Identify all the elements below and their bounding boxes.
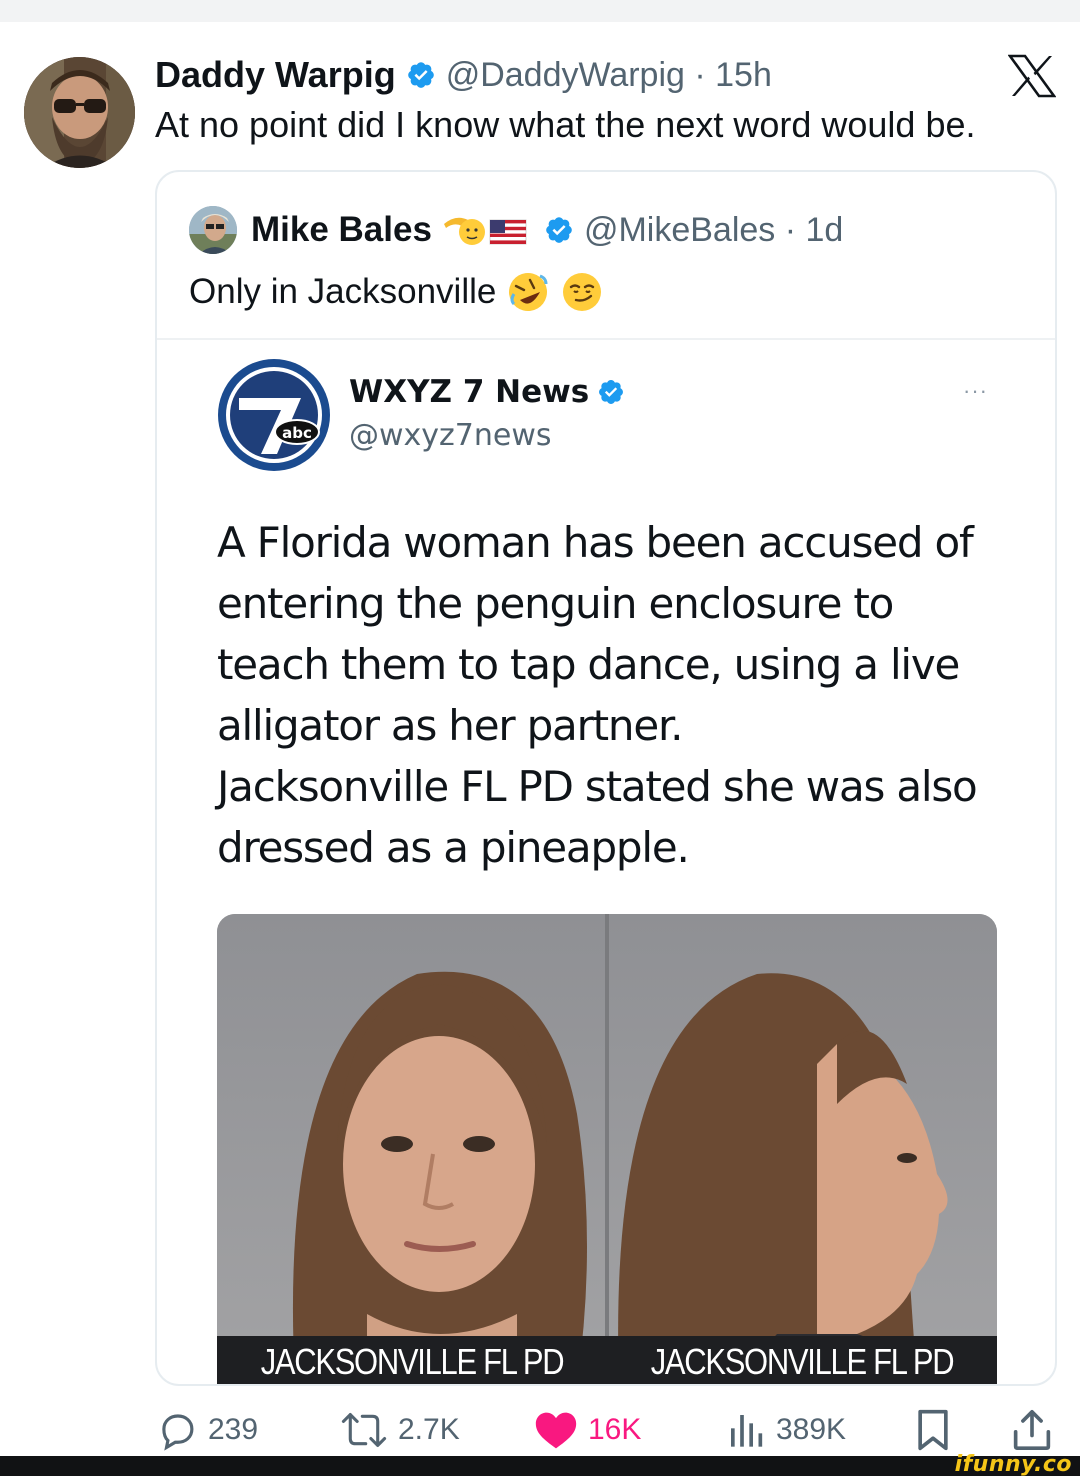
share-icon (1013, 1410, 1051, 1450)
watermark-bar: ifunny.co (0, 1452, 1080, 1476)
quoted-tweet-header: Mike Bales @MikeBales · 1d (189, 206, 843, 254)
views-chart-icon (731, 1415, 763, 1447)
photo-caption-right: JACKSONVILLE FL PD (650, 1341, 955, 1382)
author-name[interactable]: Daddy Warpig (155, 54, 396, 96)
author-handle-time[interactable]: @DaddyWarpig · 15h (446, 56, 772, 95)
news-body-line: dressed as a pineapple. (217, 823, 690, 872)
bookmark-icon (918, 1409, 948, 1451)
news-account-handle[interactable]: @wxyz7news (349, 418, 552, 453)
quoted-author-avatar[interactable] (189, 206, 237, 254)
mugshot-photo[interactable]: JACKSONVILLE FL PD JACKSONVILLE FL PD (217, 914, 997, 1384)
news-account-name-row: WXYZ 7 News (349, 374, 625, 410)
news-post-body: A Florida woman has been accused of ente… (217, 512, 1017, 878)
verified-badge-icon (599, 380, 624, 404)
main-tweet-header: Daddy Warpig @DaddyWarpig · 15h (155, 52, 772, 98)
more-options-icon[interactable]: ··· (963, 378, 988, 404)
wxyz-logo-icon[interactable]: abc (217, 358, 331, 472)
author-avatar[interactable] (24, 57, 135, 168)
ifunny-watermark: ifunny.co (954, 1452, 1072, 1476)
verified-badge-icon (546, 217, 572, 243)
abc-logo-label: abc (282, 424, 312, 442)
repost-button[interactable]: 2.7K (340, 1404, 460, 1456)
repost-icon (341, 1413, 387, 1447)
news-account-name[interactable]: WXYZ 7 News (349, 374, 589, 410)
views-count: 389K (776, 1413, 847, 1446)
news-body-line: teach them to tap dance, using a live (217, 640, 960, 689)
quoted-tweet-text: Only in Jacksonville (189, 272, 497, 311)
quoted-tweet-card[interactable]: Mike Bales @MikeBales · 1d Only in Jacks… (155, 170, 1057, 1386)
repost-count: 2.7K (398, 1413, 460, 1446)
photo-captions: JACKSONVILLE FL PD JACKSONVILLE FL PD (217, 1336, 997, 1384)
bookmark-button[interactable] (914, 1404, 962, 1456)
card-divider (157, 338, 1055, 340)
rolling-laughing-emoji-icon (509, 273, 548, 311)
news-body-line: entering the penguin enclosure to (217, 579, 894, 628)
reply-icon (162, 1414, 194, 1451)
news-body-line: A Florida woman has been accused of (217, 518, 974, 567)
reply-button[interactable]: 239 (156, 1404, 258, 1456)
news-body-line: Jacksonville FL PD stated she was also (217, 762, 978, 811)
like-button[interactable]: 16K (534, 1404, 641, 1456)
main-tweet-text: At no point did I know what the next wor… (155, 104, 976, 145)
verified-badge-icon (407, 62, 434, 88)
quoted-tweet-text-row: Only in Jacksonville (189, 270, 604, 314)
x-logo-icon (1008, 54, 1056, 98)
quoted-author-handle-time[interactable]: @MikeBales · 1d (584, 211, 843, 250)
tweet-action-bar: 239 2.7K 16K 389K (0, 1404, 1080, 1456)
quoted-author-name[interactable]: Mike Bales (251, 210, 432, 250)
saluting-flag-emoji-icon (442, 210, 534, 250)
smirking-face-emoji-icon (563, 273, 602, 311)
reply-count: 239 (208, 1413, 259, 1446)
heart-icon (535, 1412, 577, 1449)
photo-caption-left: JACKSONVILLE FL PD (260, 1341, 565, 1382)
views-button[interactable]: 389K (726, 1404, 846, 1456)
like-count: 16K (588, 1413, 642, 1446)
share-button[interactable] (1012, 1404, 1062, 1456)
news-body-line: alligator as her partner. (217, 701, 684, 750)
top-strip (0, 0, 1080, 22)
